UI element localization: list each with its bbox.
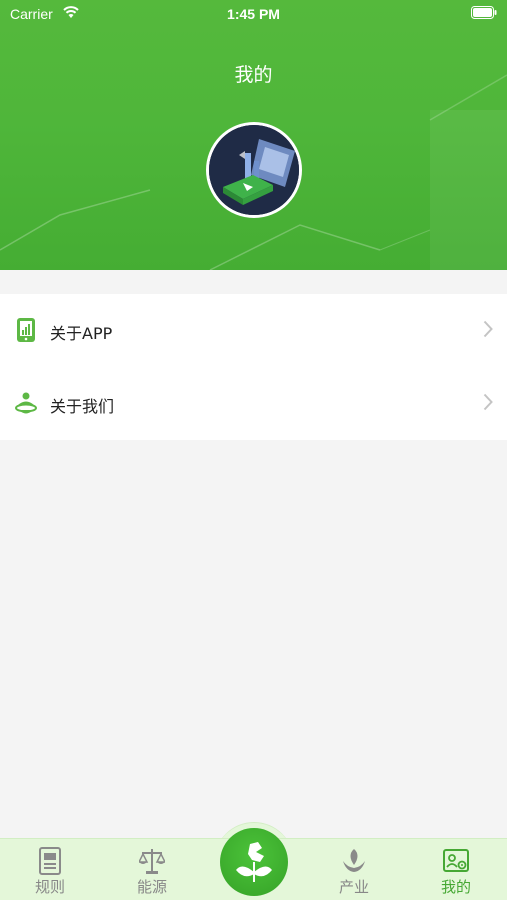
phone-chart-icon <box>17 318 35 342</box>
menu-item-label: 关于APP <box>50 324 113 343</box>
battery-icon <box>471 6 497 19</box>
menu-item-about-us[interactable]: 关于我们 <box>0 367 507 440</box>
tab-label: 我的 <box>440 878 471 896</box>
settings-menu: 关于APP 关于我们 <box>0 294 507 440</box>
center-tab-button[interactable] <box>220 828 288 896</box>
document-icon <box>39 847 61 875</box>
header-banner: Carrier 1:45 PM 我的 <box>0 0 507 270</box>
team-globe-icon <box>15 392 37 414</box>
tab-label: 产业 <box>338 878 369 896</box>
tab-mine[interactable]: 我的 <box>416 839 496 900</box>
menu-item-label: 关于我们 <box>50 397 115 416</box>
status-bar: Carrier 1:45 PM <box>0 0 507 28</box>
tab-rules[interactable]: 规则 <box>10 839 90 900</box>
hand-plant-icon <box>343 849 365 872</box>
profile-card-icon <box>443 849 469 872</box>
avatar[interactable] <box>206 122 302 218</box>
status-time: 1:45 PM <box>227 6 280 22</box>
page-title: 我的 <box>234 64 273 86</box>
scale-icon <box>139 849 165 874</box>
menu-item-about-app[interactable]: 关于APP <box>0 294 507 367</box>
plant-center-icon <box>236 842 272 882</box>
tab-label: 能源 <box>136 878 167 896</box>
tab-label: 规则 <box>34 878 65 896</box>
chevron-right-icon <box>483 393 493 411</box>
tab-industry[interactable]: 产业 <box>314 839 394 900</box>
chevron-right-icon <box>483 320 493 338</box>
avatar-illustration-icon <box>209 125 299 215</box>
tab-energy[interactable]: 能源 <box>112 839 192 900</box>
